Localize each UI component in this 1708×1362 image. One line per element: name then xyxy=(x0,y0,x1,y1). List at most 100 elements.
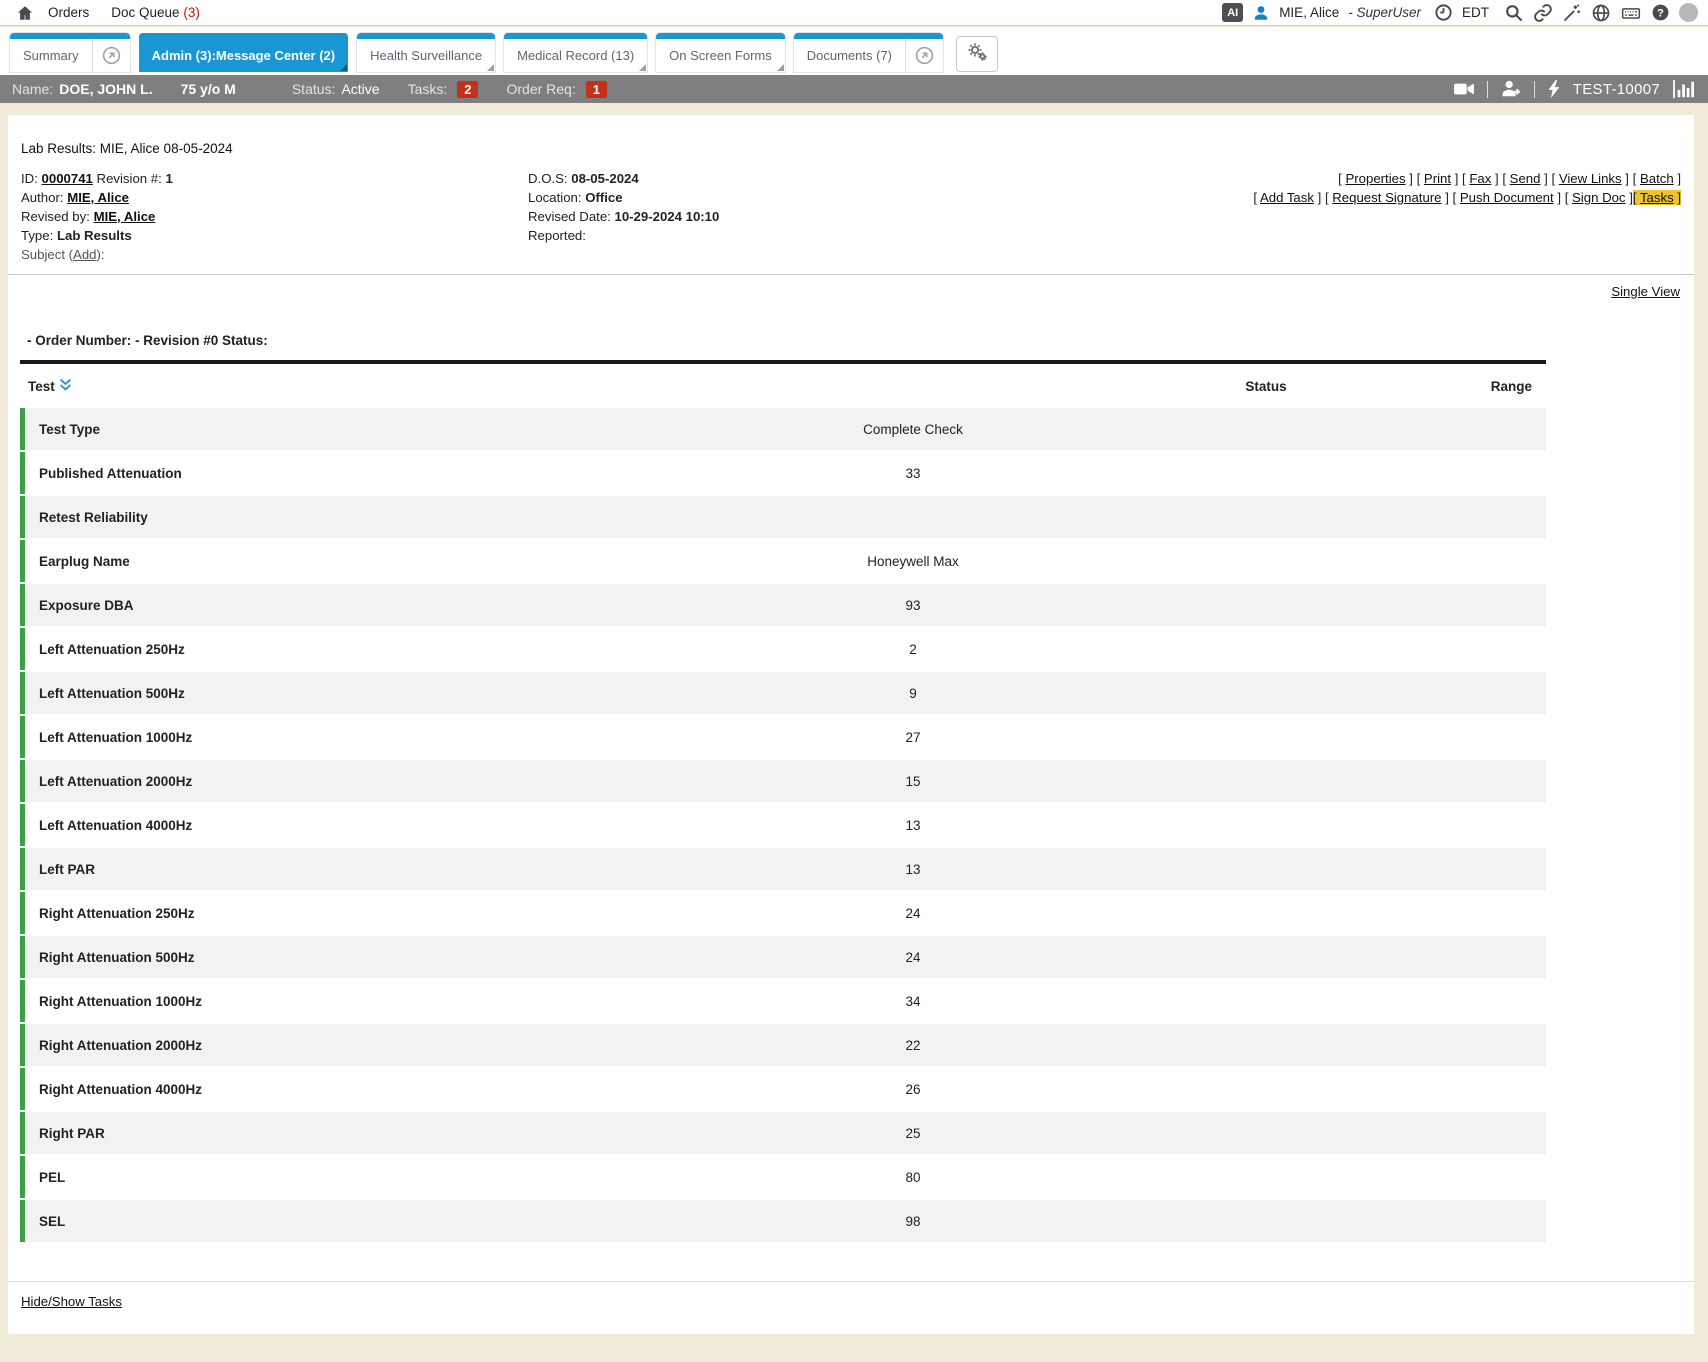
nav-doc-queue[interactable]: Doc Queue (3) xyxy=(111,5,200,20)
tab-documents-label[interactable]: Documents (7) xyxy=(794,39,905,72)
doc-queue-label: Doc Queue xyxy=(111,5,179,20)
globe-icon[interactable] xyxy=(1591,3,1611,23)
action-link-tasks[interactable]: Tasks xyxy=(1640,190,1674,205)
bolt-icon[interactable] xyxy=(1547,79,1561,99)
action-link[interactable]: Properties xyxy=(1345,171,1405,186)
link-icon[interactable] xyxy=(1533,3,1553,23)
tab-health-surveillance-group: Health Surveillance xyxy=(357,33,495,72)
author-label: Author: xyxy=(21,190,64,205)
dos-label: D.O.S: xyxy=(528,171,568,186)
wand-icon[interactable] xyxy=(1562,3,1582,23)
action-link[interactable]: Print xyxy=(1424,171,1451,186)
search-icon[interactable] xyxy=(1504,3,1524,23)
result-row: Left Attenuation 500Hz 9 xyxy=(20,672,1546,714)
result-row: Published Attenuation 33 xyxy=(20,452,1546,494)
tab-summary-popout-icon[interactable] xyxy=(92,39,130,72)
patient-age-sex: 75 y/o M xyxy=(181,81,236,97)
single-view-link[interactable]: Single View xyxy=(1611,284,1680,299)
author-link[interactable]: MIE, Alice xyxy=(67,190,129,205)
clock-icon[interactable] xyxy=(1434,3,1453,22)
column-header-range: Range xyxy=(1324,379,1546,394)
test-value: 33 xyxy=(618,466,1208,481)
test-name: Right Attenuation 250Hz xyxy=(25,906,618,921)
hide-show-tasks-link[interactable]: Hide/Show Tasks xyxy=(21,1294,122,1309)
home-icon[interactable] xyxy=(16,4,34,22)
document-meta-left: ID: 0000741 Revision #: 1 Author: MIE, A… xyxy=(21,169,528,264)
revision-label: Revision #: xyxy=(97,171,162,186)
test-name: Test Type xyxy=(25,422,618,437)
reported-label: Reported: xyxy=(528,228,586,243)
document-panel: Lab Results: MIE, Alice 08-05-2024 ID: 0… xyxy=(8,115,1694,1334)
tab-admin-label[interactable]: Admin (3):Message Center (2) xyxy=(139,39,348,72)
order-req-count-badge[interactable]: 1 xyxy=(586,81,607,98)
document-id-link[interactable]: 0000741 xyxy=(42,171,93,186)
result-row: Earplug Name Honeywell Max xyxy=(20,540,1546,582)
test-name: SEL xyxy=(25,1214,618,1229)
add-person-icon[interactable] xyxy=(1500,79,1522,99)
top-utility-bar: Orders Doc Queue (3) AI MIE, Alice - Sup… xyxy=(0,0,1708,26)
action-link[interactable]: View Links xyxy=(1559,171,1622,186)
tab-summary[interactable]: Summary xyxy=(10,33,130,72)
test-value: 98 xyxy=(618,1214,1208,1229)
result-row: Test Type Complete Check xyxy=(20,408,1546,450)
action-link[interactable]: Batch xyxy=(1640,171,1674,186)
tab-accent-cap xyxy=(504,33,647,39)
test-name: Left PAR xyxy=(25,862,618,877)
test-value: 9 xyxy=(618,686,1208,701)
test-name: Left Attenuation 500Hz xyxy=(25,686,618,701)
test-name: Left Attenuation 2000Hz xyxy=(25,774,618,789)
doc-queue-count: (3) xyxy=(183,5,200,20)
revision-value: 1 xyxy=(165,171,172,186)
result-row: SEL 98 xyxy=(20,1200,1546,1242)
subject-add-link[interactable]: Add xyxy=(73,247,96,262)
tab-on-screen-forms[interactable]: On Screen Forms xyxy=(656,33,785,72)
bar-chart-icon[interactable] xyxy=(1672,79,1696,99)
tab-health-surveillance[interactable]: Health Surveillance xyxy=(357,33,495,72)
result-row: Left Attenuation 250Hz 2 xyxy=(20,628,1546,670)
tab-summary-label[interactable]: Summary xyxy=(10,39,92,72)
test-name: Left Attenuation 1000Hz xyxy=(25,730,618,745)
tab-admin-message-center[interactable]: Admin (3):Message Center (2) xyxy=(139,33,348,72)
tab-on-screen-forms-label[interactable]: On Screen Forms xyxy=(656,39,785,72)
tab-medical-record[interactable]: Medical Record (13) xyxy=(504,33,647,72)
tasks-count-badge[interactable]: 2 xyxy=(457,81,478,98)
nav-orders[interactable]: Orders xyxy=(48,5,89,20)
user-name[interactable]: MIE, Alice xyxy=(1279,5,1339,20)
tab-documents-group: Documents (7) xyxy=(794,33,943,72)
action-link[interactable]: Sign Doc xyxy=(1572,190,1626,205)
video-camera-icon[interactable] xyxy=(1453,80,1475,98)
tab-summary-group: Summary xyxy=(10,33,130,72)
action-link[interactable]: Request Signature xyxy=(1332,190,1441,205)
action-link[interactable]: Add Task xyxy=(1260,190,1314,205)
user-icon[interactable] xyxy=(1252,4,1270,22)
action-link[interactable]: Send xyxy=(1510,171,1541,186)
result-row: Right Attenuation 500Hz 24 xyxy=(20,936,1546,978)
tab-health-surveillance-label[interactable]: Health Surveillance xyxy=(357,39,495,72)
test-name: Left Attenuation 250Hz xyxy=(25,642,618,657)
tab-medical-record-label[interactable]: Medical Record (13) xyxy=(504,39,647,72)
divider xyxy=(1534,81,1535,98)
test-value: 22 xyxy=(618,1038,1208,1053)
column-header-test[interactable]: Test xyxy=(20,378,618,394)
sort-chevron-icon[interactable] xyxy=(59,378,72,394)
test-value: 24 xyxy=(618,906,1208,921)
tab-settings-button[interactable] xyxy=(956,36,998,72)
revised-by-link[interactable]: MIE, Alice xyxy=(94,209,156,224)
help-icon[interactable]: ? xyxy=(1651,3,1670,22)
keyboard-icon[interactable] xyxy=(1620,3,1642,23)
action-link[interactable]: Push Document xyxy=(1460,190,1554,205)
tab-documents[interactable]: Documents (7) xyxy=(794,33,943,72)
status-dot[interactable] xyxy=(1679,3,1698,22)
document-header: ID: 0000741 Revision #: 1 Author: MIE, A… xyxy=(21,169,1681,264)
header-divider xyxy=(8,274,1694,275)
tab-documents-popout-icon[interactable] xyxy=(905,39,943,72)
action-link[interactable]: Fax xyxy=(1469,171,1491,186)
test-name: Right Attenuation 500Hz xyxy=(25,950,618,965)
type-label: Type: xyxy=(21,228,53,243)
test-value: 13 xyxy=(618,818,1208,833)
ai-badge[interactable]: AI xyxy=(1222,3,1243,22)
tab-accent-cap xyxy=(10,33,130,39)
result-row: Right PAR 25 xyxy=(20,1112,1546,1154)
document-meta-mid: D.O.S: 08-05-2024 Location: Office Revis… xyxy=(528,169,1253,264)
dos-value: 08-05-2024 xyxy=(571,171,638,186)
